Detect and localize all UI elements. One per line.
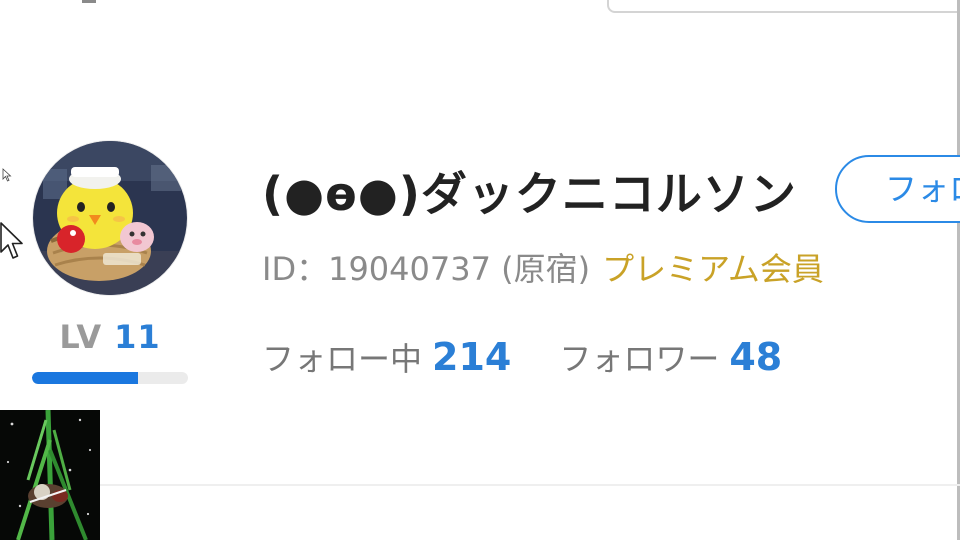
- following-label: フォロー中: [262, 340, 423, 378]
- follow-stats: フォロー中 214 フォロワー 48: [262, 334, 782, 380]
- level-progress-bar: [32, 372, 188, 384]
- level-label: LV: [59, 318, 103, 356]
- user-meta: ID：19040737 (原宿) プレミアム会員: [262, 244, 824, 290]
- level-value: 11: [114, 318, 161, 356]
- mouse-pointer-icon: [0, 222, 23, 259]
- section-divider: [100, 484, 960, 486]
- following-count: 214: [432, 335, 512, 379]
- level-indicator: LV 11: [32, 318, 188, 356]
- profile-screen: LV11 (●ө●)ダックニコルソン フォロー ID：19040737: [0, 0, 960, 540]
- small-pointer-icon: [2, 168, 12, 182]
- top-panel-edge: [607, 0, 960, 13]
- followers-count: 48: [729, 335, 783, 379]
- follow-button[interactable]: フォロー: [835, 155, 960, 223]
- level-progress-fill: [32, 372, 139, 384]
- user-id: ID：19040737 (原宿): [262, 250, 591, 288]
- following-stat[interactable]: フォロー中 214: [262, 335, 511, 379]
- followers-label: フォロワー: [559, 340, 720, 378]
- username: (●ө●)ダックニコルソン: [262, 167, 797, 221]
- video-thumbnail[interactable]: [0, 410, 100, 540]
- followers-stat[interactable]: フォロワー 48: [559, 335, 782, 379]
- top-left-mark: [82, 0, 96, 3]
- avatar[interactable]: [32, 140, 188, 296]
- premium-badge[interactable]: プレミアム会員: [602, 250, 824, 288]
- chick-plush-avatar: [33, 141, 187, 295]
